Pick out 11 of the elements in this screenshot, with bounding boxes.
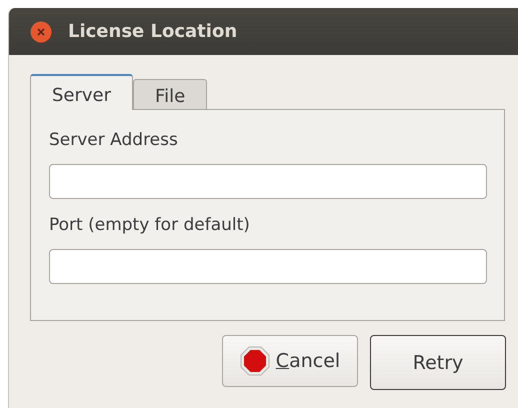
tab[interactable]: Server — [30, 74, 134, 110]
field-label: Server Address — [49, 130, 179, 150]
retry-button[interactable]: Retry — [370, 335, 506, 390]
window-title: License Location — [68, 21, 238, 42]
input-field[interactable] — [49, 164, 487, 199]
field-label: Port (empty for default) — [49, 215, 251, 235]
stop-icon — [240, 346, 270, 376]
close-icon[interactable] — [30, 20, 52, 42]
input-field[interactable] — [49, 249, 487, 284]
tab[interactable]: File — [133, 79, 208, 109]
cancel-button[interactable]: Cancel — [222, 335, 358, 387]
